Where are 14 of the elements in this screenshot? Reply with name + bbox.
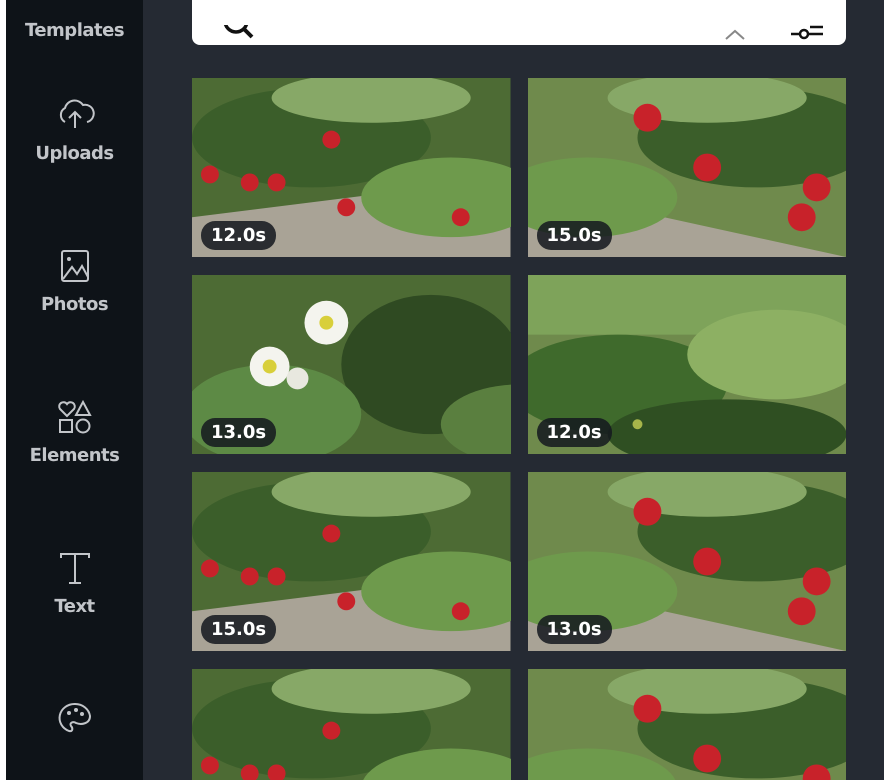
slider-icon[interactable] [790, 25, 824, 41]
search-icon [222, 25, 256, 41]
sidebar-item[interactable]: Photos [14, 247, 134, 398]
sidebar-item[interactable]: Templates [14, 0, 134, 96]
duration-label: 13.0s [536, 615, 612, 644]
sidebar-item[interactable]: Uploads [14, 96, 134, 247]
sidebar-item[interactable]: Elements [14, 398, 134, 549]
duration-label: 12.0s [536, 418, 612, 447]
duration-label: 12.0s [201, 221, 276, 250]
duration-label: 13.0s [201, 418, 276, 447]
duration-label: 15.0s [201, 615, 276, 644]
duration-label: 15.0s [536, 221, 612, 250]
sidebar-item[interactable]: Text [14, 549, 134, 700]
search-field[interactable] [192, 0, 846, 45]
